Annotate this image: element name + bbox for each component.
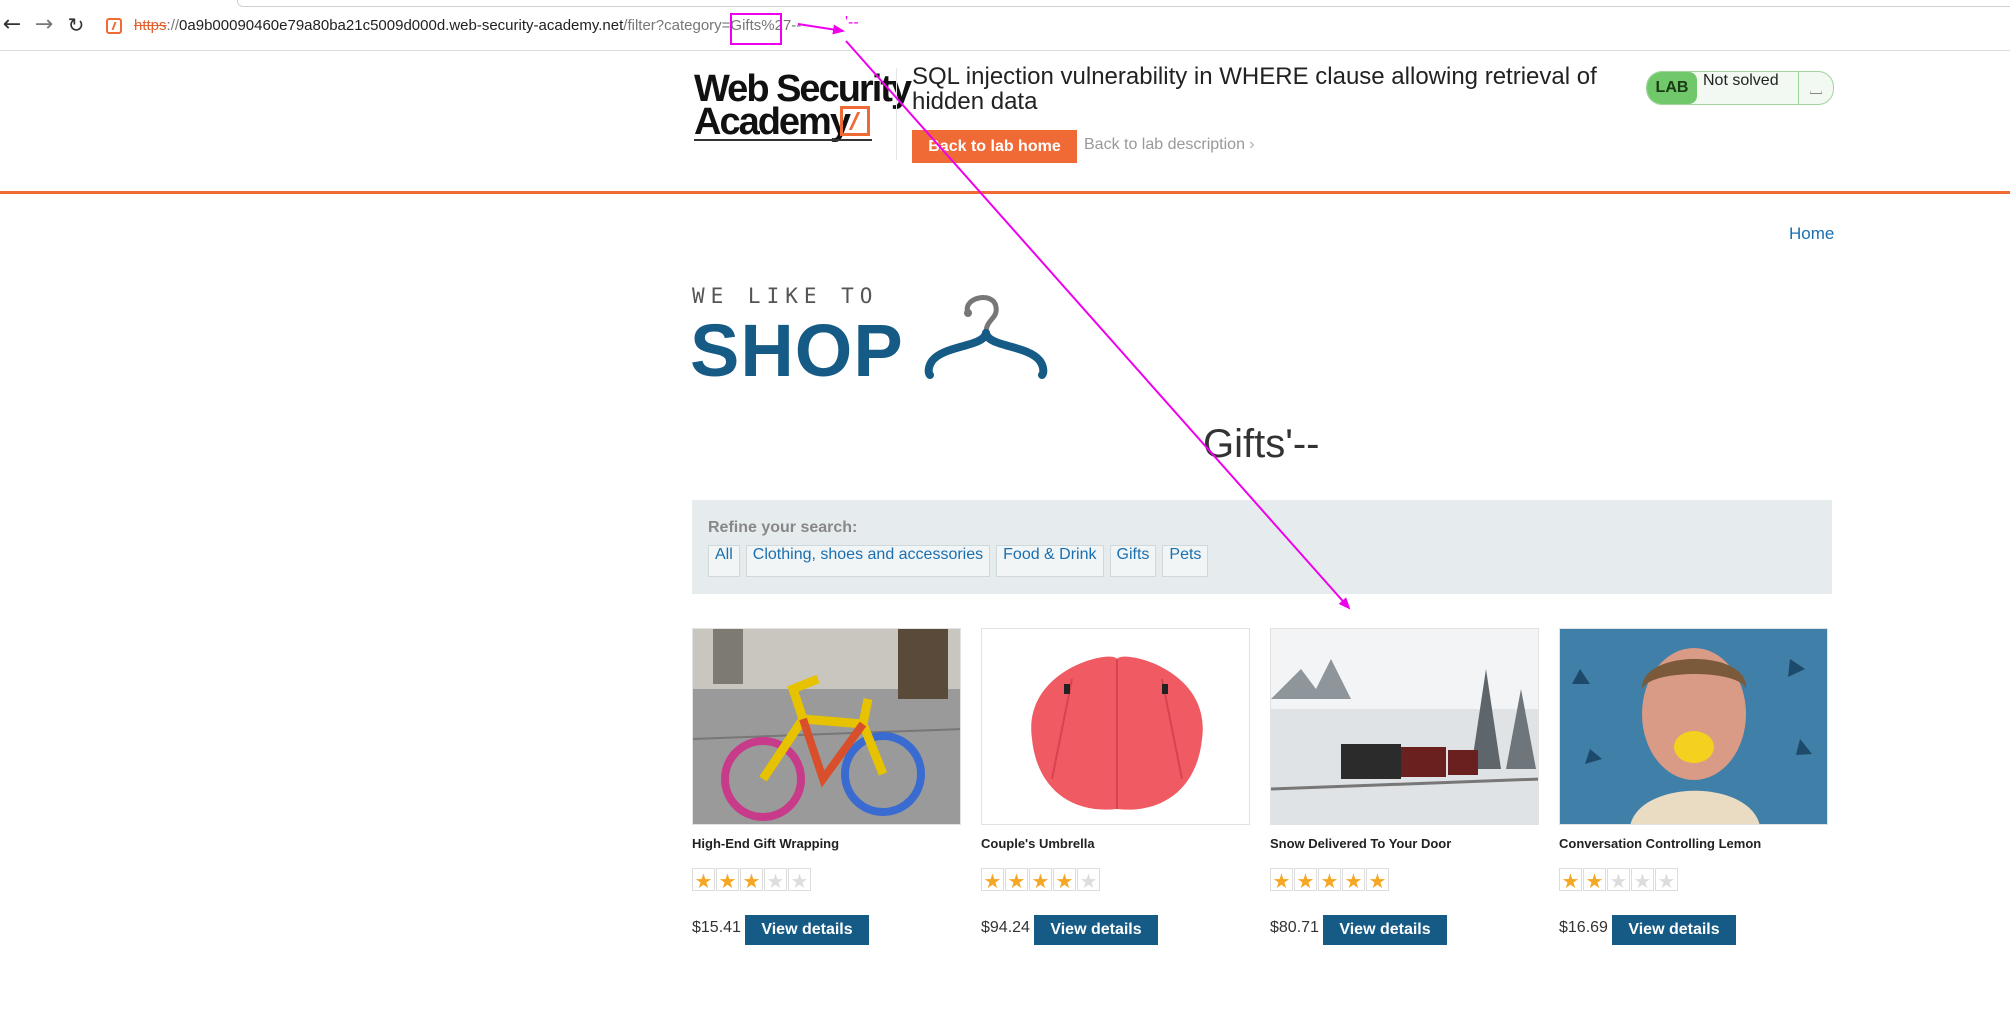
annotation-label: '-- — [845, 14, 859, 31]
product-price: $80.71 — [1270, 919, 1319, 936]
address-bar[interactable]: https://0a9b00090460e79a80ba21c5009d000d… — [134, 17, 801, 34]
url-scheme: https — [134, 17, 167, 34]
bike-photo — [693, 629, 960, 824]
arrow-right-icon[interactable]: → — [33, 14, 55, 36]
filter-panel: Refine your search: All Clothing, shoes … — [692, 500, 1832, 594]
star-icon — [716, 868, 739, 893]
product-name: Conversation Controlling Lemon — [1559, 836, 1762, 851]
lab-badge: LAB — [1647, 72, 1697, 104]
site-favicon-icon — [106, 18, 122, 34]
filter-link-gifts[interactable]: Gifts — [1109, 545, 1157, 577]
product-image-gift-wrapping[interactable] — [692, 628, 961, 825]
shop-logo-tagline: WE LIKE TO — [692, 284, 879, 308]
star-icon — [1029, 868, 1052, 893]
url-separator: :// — [166, 17, 180, 34]
refine-label: Refine your search: — [708, 519, 858, 536]
star-icon — [1631, 868, 1654, 893]
star-icon — [1005, 868, 1028, 893]
tab-strip-edge — [237, 0, 2010, 7]
view-details-button[interactable]: View details — [1034, 915, 1158, 945]
star-icon — [1559, 868, 1582, 893]
star-icon — [788, 868, 811, 893]
reload-icon[interactable]: ↻ — [65, 14, 87, 36]
product-card: High-End Gift Wrapping $15.41 View detai… — [692, 628, 961, 948]
product-name: Snow Delivered To Your Door — [1270, 836, 1452, 851]
star-rating — [1559, 868, 1679, 893]
toolbar-divider — [0, 50, 2010, 51]
header-divider — [896, 68, 897, 160]
star-rating — [1270, 868, 1390, 893]
product-name: Couple's Umbrella — [981, 836, 1095, 851]
snow-train-photo — [1271, 629, 1538, 824]
shop-logo-text: SHOP — [690, 309, 904, 392]
product-image-couples-umbrella[interactable] — [981, 628, 1250, 825]
arrow-left-icon[interactable]: ← — [1, 14, 23, 36]
url-host: 0a9b00090460e79a80ba21c5009d000d.web-sec… — [179, 17, 624, 34]
star-icon — [1342, 868, 1365, 893]
home-link[interactable]: Home — [1789, 224, 1834, 244]
product-image-conversation-lemon[interactable] — [1559, 628, 1828, 825]
star-icon — [1607, 868, 1630, 893]
star-icon — [981, 868, 1004, 893]
product-image-snow-delivered[interactable] — [1270, 628, 1539, 825]
category-title: Gifts'-- — [1203, 422, 1320, 466]
view-details-button[interactable]: View details — [1612, 915, 1736, 945]
product-card: Couple's Umbrella $94.24 View details — [981, 628, 1250, 948]
product-name: High-End Gift Wrapping — [692, 836, 840, 851]
web-security-academy-logo[interactable]: Web Security Academy — [694, 68, 912, 143]
lab-status-widget: LAB Not solved — [1646, 71, 1834, 105]
star-rating — [981, 868, 1101, 893]
product-card: Snow Delivered To Your Door $80.71 View … — [1270, 628, 1539, 948]
filter-link-clothing[interactable]: Clothing, shoes and accessories — [745, 545, 991, 577]
url-path: /filter?category=Gifts%27-- — [623, 17, 802, 34]
star-icon — [1366, 868, 1389, 893]
lab-status-text: Not solved — [1703, 72, 1779, 89]
view-details-button[interactable]: View details — [1323, 915, 1447, 945]
logo-line-2: Academy — [694, 101, 851, 143]
back-to-lab-description-link[interactable]: Back to lab description ›› — [1084, 136, 1253, 154]
star-icon — [692, 868, 715, 893]
umbrella-photo — [982, 629, 1249, 824]
star-icon — [1583, 868, 1606, 893]
star-icon — [1270, 868, 1293, 893]
lab-title: SQL injection vulnerability in WHERE cla… — [912, 63, 1597, 115]
product-card: Conversation Controlling Lemon $16.69 Vi… — [1559, 628, 1828, 948]
flask-icon — [1798, 72, 1833, 104]
hanger-icon — [924, 295, 1048, 379]
star-icon — [1294, 868, 1317, 893]
star-icon — [1077, 868, 1100, 893]
product-price: $94.24 — [981, 919, 1030, 936]
filter-link-food-drink[interactable]: Food & Drink — [996, 545, 1104, 577]
double-chevron-right-icon: ›› — [1248, 136, 1253, 153]
shop-logo: WE LIKE TO SHOP — [690, 284, 1050, 392]
browser-toolbar: ← → ↻ https://0a9b00090460e79a80ba21c500… — [0, 0, 2010, 52]
product-price: $16.69 — [1559, 919, 1608, 936]
back-to-lab-home-button[interactable]: Back to lab home — [912, 130, 1077, 163]
star-rating — [692, 868, 812, 893]
logo-underline — [694, 139, 872, 141]
star-icon — [1053, 868, 1076, 893]
star-icon — [1655, 868, 1678, 893]
filter-links: All Clothing, shoes and accessories Food… — [708, 545, 1209, 577]
header-accent-line — [0, 191, 2010, 194]
lemon-man-photo — [1560, 629, 1827, 824]
product-price: $15.41 — [692, 919, 741, 936]
view-details-button[interactable]: View details — [745, 915, 869, 945]
logo-mark-icon — [840, 106, 870, 136]
back-to-lab-description-label: Back to lab description — [1084, 136, 1245, 153]
star-icon — [1318, 868, 1341, 893]
star-icon — [740, 868, 763, 893]
filter-link-all[interactable]: All — [708, 545, 740, 577]
star-icon — [764, 868, 787, 893]
filter-link-pets[interactable]: Pets — [1162, 545, 1209, 577]
product-grid: High-End Gift Wrapping $15.41 View detai… — [692, 628, 1832, 948]
